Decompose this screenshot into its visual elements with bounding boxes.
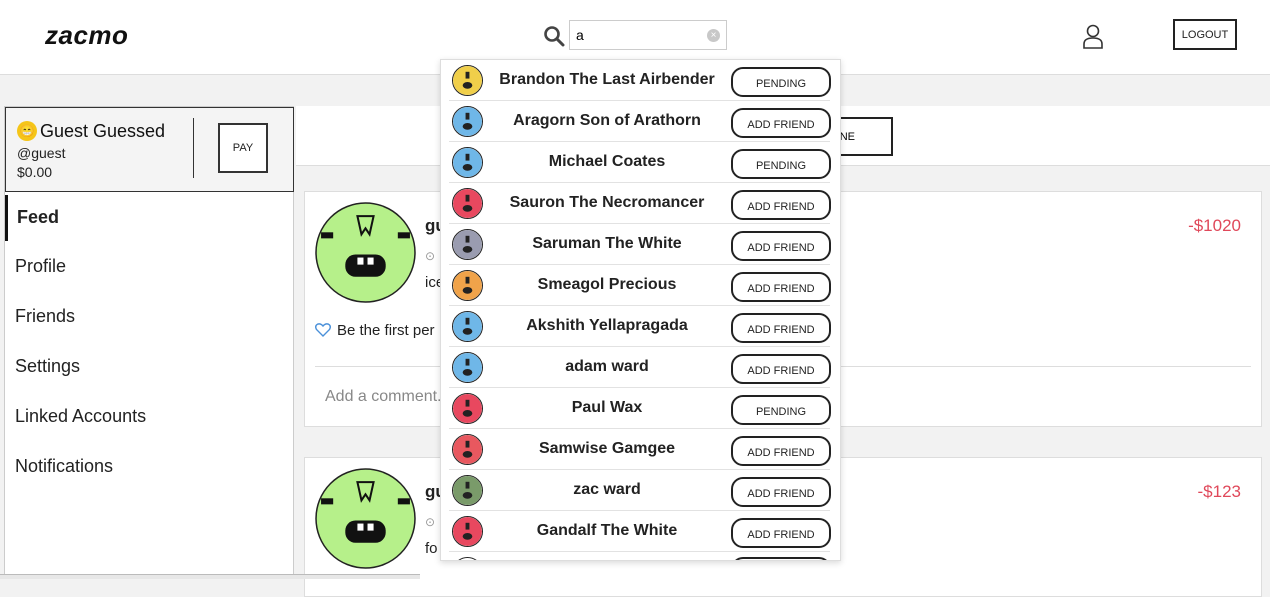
search-input[interactable] bbox=[570, 21, 700, 49]
sidebar-item-settings[interactable]: Settings bbox=[15, 356, 80, 377]
result-avatar[interactable] bbox=[452, 270, 483, 301]
search-result-row[interactable]: Gandalf The White ADD FRIEND bbox=[441, 511, 840, 552]
pending-button[interactable]: PENDING bbox=[731, 67, 831, 97]
result-name[interactable]: Aragorn Son of Arathorn bbox=[483, 112, 731, 130]
search-result-row[interactable]: zac ward ADD FRIEND bbox=[441, 470, 840, 511]
add-friend-button[interactable]: ADD FRIEND bbox=[731, 231, 831, 261]
search-result-row[interactable]: Michael Coates PENDING bbox=[441, 142, 840, 183]
divider bbox=[193, 118, 194, 178]
result-avatar[interactable] bbox=[452, 188, 483, 219]
search-result-row[interactable] bbox=[441, 552, 840, 560]
logout-button[interactable]: LOGOUT bbox=[1173, 19, 1237, 50]
add-friend-button[interactable]: ADD FRIEND bbox=[731, 477, 831, 507]
result-avatar[interactable] bbox=[452, 229, 483, 260]
profile-card: 😁 Guest Guessed @guest $0.00 PAY bbox=[5, 107, 294, 192]
like-row: Be the first per bbox=[315, 322, 435, 339]
search-result-row[interactable]: Aragorn Son of Arathorn ADD FRIEND bbox=[441, 101, 840, 142]
result-avatar[interactable] bbox=[452, 352, 483, 383]
pending-button[interactable]: PENDING bbox=[731, 149, 831, 179]
status-bar bbox=[0, 574, 420, 579]
avatar[interactable] bbox=[315, 468, 416, 569]
sidebar: 😁 Guest Guessed @guest $0.00 PAY Feed Pr… bbox=[4, 106, 294, 579]
search-result-row[interactable]: Samwise Gamgee ADD FRIEND bbox=[441, 429, 840, 470]
app-logo[interactable]: zacmo bbox=[45, 20, 128, 51]
card-description: fo bbox=[425, 540, 438, 557]
result-avatar[interactable] bbox=[452, 147, 483, 178]
search-result-row[interactable]: Sauron The Necromancer ADD FRIEND bbox=[441, 183, 840, 224]
result-name[interactable]: Smeagol Precious bbox=[483, 276, 731, 294]
avatar[interactable] bbox=[315, 202, 416, 303]
comment-input[interactable]: Add a comment... bbox=[325, 388, 450, 406]
like-text: Be the first per bbox=[337, 322, 435, 339]
search-result-row[interactable]: adam ward ADD FRIEND bbox=[441, 347, 840, 388]
sidebar-item-friends[interactable]: Friends bbox=[15, 306, 75, 327]
search-result-row[interactable]: Akshith Yellapragada ADD FRIEND bbox=[441, 306, 840, 347]
add-friend-button[interactable]: ADD FRIEND bbox=[731, 436, 831, 466]
add-friend-button[interactable]: ADD FRIEND bbox=[731, 190, 831, 220]
search-result-row[interactable]: Paul Wax PENDING bbox=[441, 388, 840, 429]
result-avatar[interactable] bbox=[452, 434, 483, 465]
result-name[interactable]: Saruman The White bbox=[483, 235, 731, 253]
result-avatar[interactable] bbox=[452, 475, 483, 506]
search-result-row[interactable]: Brandon The Last Airbender PENDING bbox=[441, 60, 840, 101]
result-name[interactable]: Sauron The Necromancer bbox=[483, 194, 731, 212]
sidebar-item-feed[interactable]: Feed bbox=[17, 207, 59, 228]
sidebar-item-notifications[interactable]: Notifications bbox=[15, 456, 113, 477]
add-friend-button[interactable]: ADD FRIEND bbox=[731, 272, 831, 302]
add-friend-button[interactable]: ADD FRIEND bbox=[731, 313, 831, 343]
result-name[interactable]: Michael Coates bbox=[483, 153, 731, 171]
profile-name: Guest Guessed bbox=[40, 121, 166, 141]
profile-balance: $0.00 bbox=[17, 164, 53, 180]
sidebar-item-linked-accounts[interactable]: Linked Accounts bbox=[15, 406, 146, 427]
pay-button[interactable]: PAY bbox=[218, 123, 268, 173]
profile-handle: @guest bbox=[17, 145, 66, 161]
result-avatar[interactable] bbox=[452, 516, 483, 547]
clock-icon: ⊙ bbox=[425, 515, 436, 529]
result-avatar[interactable] bbox=[452, 65, 483, 96]
result-avatar[interactable] bbox=[452, 106, 483, 137]
result-name[interactable]: Akshith Yellapragada bbox=[483, 317, 731, 335]
add-friend-button[interactable]: ADD FRIEND bbox=[731, 354, 831, 384]
result-name[interactable]: adam ward bbox=[483, 358, 731, 376]
search-result-row[interactable]: Saruman The White ADD FRIEND bbox=[441, 224, 840, 265]
result-name[interactable]: Brandon The Last Airbender bbox=[483, 71, 731, 89]
transaction-amount: -$123 bbox=[1197, 482, 1241, 501]
clock-icon: ⊙ bbox=[425, 249, 436, 263]
search-results-dropdown: Brandon The Last Airbender PENDING Aragorn… bbox=[440, 59, 841, 561]
active-indicator bbox=[5, 195, 8, 241]
result-name[interactable]: Gandalf The White bbox=[483, 522, 731, 540]
clear-search-icon[interactable]: × bbox=[707, 29, 720, 42]
pending-button[interactable]: PENDING bbox=[731, 395, 831, 425]
result-avatar[interactable] bbox=[452, 557, 483, 560]
search-icon[interactable] bbox=[543, 25, 565, 47]
search-field[interactable]: × bbox=[569, 20, 727, 50]
add-friend-button[interactable]: ADD FRIEND bbox=[731, 108, 831, 138]
heart-icon[interactable] bbox=[315, 323, 331, 337]
user-icon[interactable] bbox=[1082, 23, 1104, 49]
add-friend-button[interactable]: ADD FRIEND bbox=[731, 518, 831, 548]
result-name[interactable]: Paul Wax bbox=[483, 399, 731, 417]
search-result-row[interactable]: Smeagol Precious ADD FRIEND bbox=[441, 265, 840, 306]
result-avatar[interactable] bbox=[452, 311, 483, 342]
result-name[interactable]: Samwise Gamgee bbox=[483, 440, 731, 458]
result-name[interactable]: zac ward bbox=[483, 481, 731, 499]
add-friend-button[interactable] bbox=[731, 557, 831, 560]
sidebar-item-profile[interactable]: Profile bbox=[15, 256, 66, 277]
transaction-amount: -$1020 bbox=[1188, 216, 1241, 235]
grin-emoji-icon: 😁 bbox=[17, 121, 37, 141]
result-avatar[interactable] bbox=[452, 393, 483, 424]
